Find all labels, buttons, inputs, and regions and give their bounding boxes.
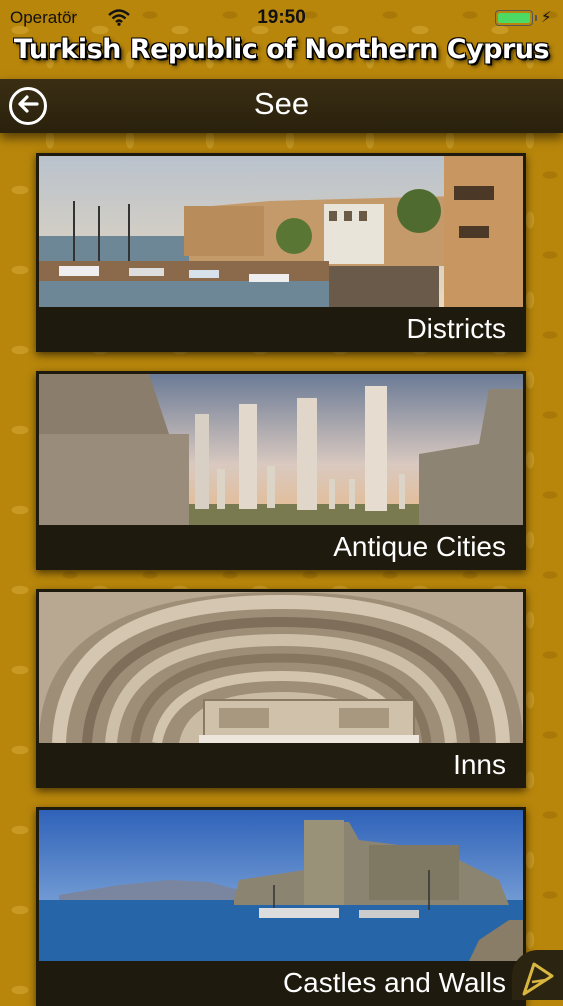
category-card-districts[interactable]: Districts [36, 153, 526, 352]
coastal-fortress-photo [39, 810, 523, 961]
harbour-castle-photo [39, 156, 523, 307]
category-card-antique-cities[interactable]: Antique Cities [36, 371, 526, 570]
gothic-arch-photo [39, 592, 523, 743]
battery-tip [535, 15, 537, 21]
status-bar: Operatör 19:50 ⚡ [0, 0, 563, 36]
ancient-columns-photo [39, 374, 523, 525]
app-badge[interactable] [512, 950, 563, 1000]
battery-icon [495, 10, 533, 26]
category-label: Antique Cities [333, 531, 506, 562]
charging-bolt-icon: ⚡ [541, 8, 552, 26]
pen-icon [512, 962, 563, 1000]
category-card-castles-and-walls[interactable]: Castles and Walls [36, 807, 526, 1006]
category-label: Inns [453, 749, 506, 780]
nav-bar: See [0, 79, 563, 133]
nav-title: See [253, 86, 310, 121]
app-title: Turkish Republic of Northern Cyprus [13, 34, 550, 65]
category-card-inns[interactable]: Inns [36, 589, 526, 788]
category-label: Castles and Walls [282, 967, 506, 998]
category-label: Districts [406, 313, 506, 344]
status-time: 19:50 [257, 7, 306, 28]
